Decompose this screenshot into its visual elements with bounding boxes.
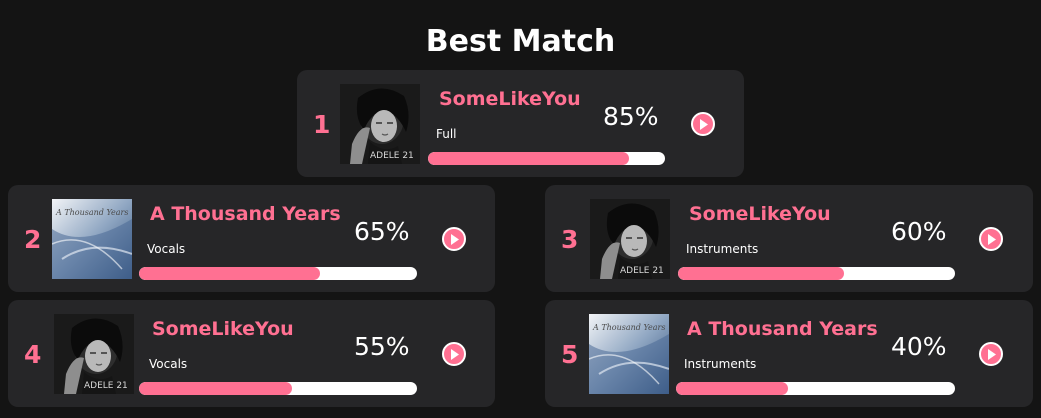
match-type: Vocals [147, 242, 186, 256]
match-progress-fill [676, 382, 788, 395]
album-cover-adele-21: ADELE 21 [340, 84, 420, 164]
song-title: SomeLikeYou [689, 203, 831, 225]
match-card-5[interactable]: 5 A Thousand Years A Thousand Years Inst… [545, 300, 1033, 407]
match-percent: 55% [354, 332, 410, 361]
match-type: Full [436, 127, 457, 141]
play-icon [451, 234, 459, 245]
song-title: A Thousand Years [150, 203, 341, 225]
cover-caption: ADELE 21 [370, 151, 414, 161]
play-button[interactable] [979, 342, 1003, 366]
match-percent: 60% [891, 217, 947, 246]
match-progress-fill [428, 152, 630, 165]
match-progress-bar [139, 382, 417, 395]
match-card-1[interactable]: 1 ADELE 21 SomeLikeYou Full 85% [297, 70, 744, 177]
match-type: Instruments [686, 242, 759, 256]
rank-number: 3 [561, 225, 579, 254]
match-progress-bar [676, 382, 955, 395]
play-button[interactable] [979, 227, 1003, 251]
match-percent: 40% [891, 332, 947, 361]
song-title: SomeLikeYou [152, 318, 294, 340]
page-title: Best Match [425, 24, 616, 59]
play-icon [700, 119, 708, 130]
cover-caption: ADELE 21 [84, 381, 128, 391]
song-title: A Thousand Years [687, 318, 878, 340]
play-icon [988, 234, 996, 245]
match-percent: 85% [603, 102, 659, 131]
cover-caption: A Thousand Years [592, 323, 666, 332]
match-progress-fill [139, 267, 320, 280]
album-cover-a-thousand-years: A Thousand Years [589, 314, 669, 394]
cover-caption: A Thousand Years [55, 208, 129, 217]
match-percent: 65% [354, 217, 410, 246]
play-icon [988, 349, 996, 360]
play-icon [451, 349, 459, 360]
match-card-2[interactable]: 2 A Thousand Years A Thousand Years Voca… [8, 185, 495, 292]
album-cover-adele-21: ADELE 21 [590, 199, 670, 279]
rank-number: 5 [561, 340, 579, 369]
play-button[interactable] [442, 342, 466, 366]
rank-number: 2 [24, 225, 42, 254]
match-card-3[interactable]: 3 ADELE 21 SomeLikeYou Instruments 60% [545, 185, 1033, 292]
play-button[interactable] [691, 112, 715, 136]
match-card-4[interactable]: 4 ADELE 21 SomeLikeYou Vocals 55% [8, 300, 495, 407]
match-progress-fill [678, 267, 845, 280]
rank-number: 1 [313, 110, 331, 139]
match-progress-bar [139, 267, 417, 280]
match-type: Instruments [684, 357, 757, 371]
play-button[interactable] [442, 227, 466, 251]
album-cover-adele-21: ADELE 21 [54, 314, 134, 394]
song-title: SomeLikeYou [439, 88, 581, 110]
match-progress-bar [678, 267, 955, 280]
rank-number: 4 [24, 340, 42, 369]
album-cover-a-thousand-years: A Thousand Years [52, 199, 132, 279]
cover-caption: ADELE 21 [620, 266, 664, 276]
match-progress-bar [428, 152, 665, 165]
match-progress-fill [139, 382, 292, 395]
match-type: Vocals [149, 357, 188, 371]
